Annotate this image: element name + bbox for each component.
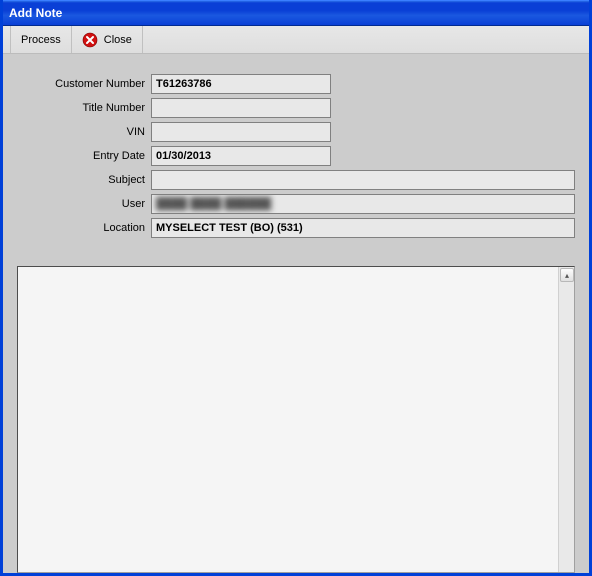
close-button-label: Close xyxy=(104,34,132,46)
titlebar: Add Note xyxy=(3,0,589,26)
toolbar-separator xyxy=(3,26,11,53)
note-textarea[interactable]: ▴ xyxy=(17,266,575,573)
customer-number-label: Customer Number xyxy=(17,78,145,90)
subject-field[interactable] xyxy=(151,170,575,190)
location-label: Location xyxy=(17,222,145,234)
scrollbar[interactable]: ▴ xyxy=(558,267,574,572)
vin-label: VIN xyxy=(17,126,145,138)
entry-date-label: Entry Date xyxy=(17,150,145,162)
customer-number-value: T61263786 xyxy=(156,78,212,90)
customer-number-field[interactable]: T61263786 xyxy=(151,74,331,94)
user-value: ████ ████ ██████ xyxy=(156,198,271,210)
close-button[interactable]: Close xyxy=(72,26,143,53)
toolbar: Process Close xyxy=(3,26,589,54)
entry-date-field[interactable]: 01/30/2013 xyxy=(151,146,331,166)
title-number-label: Title Number xyxy=(17,102,145,114)
entry-date-value: 01/30/2013 xyxy=(156,150,211,162)
subject-label: Subject xyxy=(17,174,145,186)
scroll-up-arrow[interactable]: ▴ xyxy=(560,268,574,282)
window-title: Add Note xyxy=(9,6,62,20)
close-icon xyxy=(82,32,98,48)
add-note-window: Add Note Process Close Customer Number T… xyxy=(0,0,592,576)
location-value: MYSELECT TEST (BO) (531) xyxy=(156,222,303,234)
title-number-field[interactable] xyxy=(151,98,331,118)
user-field[interactable]: ████ ████ ██████ xyxy=(151,194,575,214)
content-area: Customer Number T61263786 Title Number V… xyxy=(3,54,589,573)
vin-field[interactable] xyxy=(151,122,331,142)
user-label: User xyxy=(17,198,145,210)
process-button[interactable]: Process xyxy=(11,26,72,53)
process-button-label: Process xyxy=(21,34,61,46)
note-textarea-body xyxy=(18,267,558,572)
form: Customer Number T61263786 Title Number V… xyxy=(17,74,575,238)
location-field[interactable]: MYSELECT TEST (BO) (531) xyxy=(151,218,575,238)
